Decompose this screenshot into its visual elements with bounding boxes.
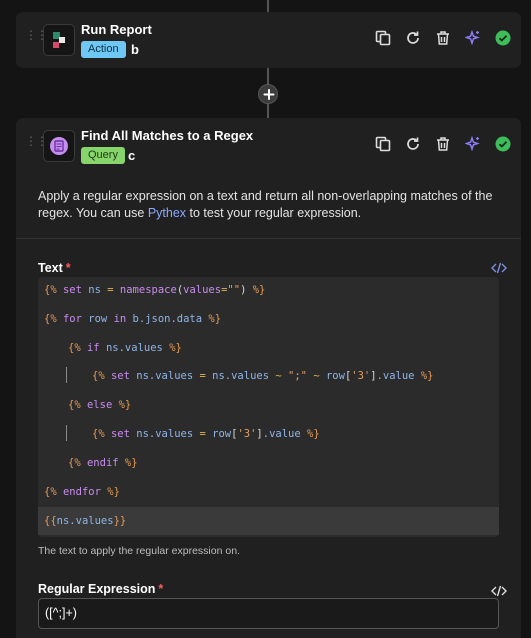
code-token: ns.values [99, 342, 170, 354]
code-token: endif [86, 457, 119, 469]
sparkle-icon[interactable] [465, 136, 481, 152]
step-type-badge: Action [81, 41, 126, 58]
code-token: row [319, 370, 345, 382]
code-token: ns.values [205, 370, 276, 382]
required-mark: * [65, 261, 71, 275]
code-token: {% [44, 486, 57, 498]
code-token: endfor [62, 486, 101, 498]
code-token: .value [262, 428, 308, 440]
sparkle-icon[interactable] [465, 30, 481, 46]
description-text-end: to test your regular expression. [186, 206, 362, 220]
step-actions [375, 30, 511, 46]
code-token: .value [376, 370, 421, 382]
code-token: ns [81, 284, 108, 296]
code-line: {% set ns.values = row['3'].value %} [92, 428, 320, 440]
section-divider [16, 238, 521, 239]
code-token: values [183, 284, 222, 296]
code-token: for [62, 313, 82, 325]
check-circle-icon [495, 136, 511, 152]
code-line: {% else %} [68, 399, 131, 411]
code-token: row [81, 313, 114, 325]
step-title: Run Report [81, 22, 152, 37]
code-line: {% set ns = namespace(values="") %} [44, 284, 265, 296]
duplicate-icon[interactable] [375, 136, 391, 152]
regex-app-icon [43, 130, 75, 162]
step-card-find-regex[interactable]: ⋮⋮ Find All Matches to a Regex Query c A… [16, 118, 521, 638]
code-token: %} [252, 284, 266, 296]
regex-input[interactable]: ([^;]+) [38, 598, 499, 629]
step-title: Find All Matches to a Regex [81, 128, 254, 143]
code-token: %} [208, 313, 222, 325]
duplicate-icon[interactable] [375, 30, 391, 46]
code-line: {% endfor %} [44, 486, 120, 498]
text-code-editor[interactable]: {% set ns = namespace(values="") %} {% fo… [38, 277, 499, 537]
step-card-run-report[interactable]: ⋮⋮ Run Report Action b [16, 12, 521, 68]
code-token: {% [92, 370, 105, 382]
code-token: '3' [351, 370, 371, 382]
code-token: {% [44, 313, 57, 325]
code-token: if [86, 342, 100, 354]
code-token: ns.values [129, 428, 200, 440]
code-token: {{ [44, 515, 57, 527]
code-token: namespace [119, 284, 177, 296]
code-token: in [113, 313, 127, 325]
step-letter: b [131, 42, 139, 57]
code-token: %} [307, 428, 320, 440]
text-field-label: Text * [38, 261, 71, 275]
step-letter: c [128, 148, 136, 163]
report-app-icon [43, 24, 75, 56]
code-token: %} [118, 399, 132, 411]
connector-line-top [267, 0, 269, 12]
code-token: "" [227, 284, 241, 296]
code-token: ns.values [56, 515, 114, 527]
pythex-link[interactable]: Pythex [148, 206, 186, 220]
code-token: set [62, 284, 82, 296]
code-token: {% [68, 342, 81, 354]
code-token: ns.values [129, 370, 200, 382]
code-line: {% for row in b.json.data %} [44, 313, 221, 325]
text-field-helper: The text to apply the regular expression… [38, 545, 240, 557]
code-token: %} [169, 342, 182, 354]
code-token: %} [420, 370, 434, 382]
code-token: set [110, 428, 130, 440]
refresh-icon[interactable] [405, 30, 421, 46]
step-type-badge: Query [81, 147, 125, 164]
code-token: %} [107, 486, 120, 498]
add-step-button[interactable] [258, 84, 278, 104]
indent-guide [66, 367, 67, 383]
code-token: row [205, 428, 232, 440]
code-line: {% if ns.values %} [68, 342, 182, 354]
code-line: {% endif %} [68, 457, 138, 469]
required-mark: * [158, 582, 164, 596]
workflow-canvas: ⋮⋮ Run Report Action b ⋮⋮ Find All Match… [0, 0, 531, 638]
code-token: {% [44, 284, 57, 296]
code-token: b.json.data [126, 313, 209, 325]
code-token: {% [68, 457, 81, 469]
step-actions [375, 136, 511, 152]
trash-icon[interactable] [435, 30, 451, 46]
plus-icon [263, 89, 275, 100]
code-token: {% [68, 399, 81, 411]
code-line: {{ns.values}} [38, 507, 499, 535]
code-token: else [86, 399, 113, 411]
code-token: '3' [237, 428, 257, 440]
trash-icon[interactable] [435, 136, 451, 152]
text-label: Text [38, 261, 63, 275]
code-token: %} [124, 457, 138, 469]
regex-label: Regular Expression [38, 582, 156, 596]
code-token: ";" [288, 370, 307, 382]
check-circle-icon [495, 30, 511, 46]
indent-guide [66, 425, 67, 441]
code-token: set [110, 370, 130, 382]
code-token: {% [92, 428, 105, 440]
step-description: Apply a regular expression on a text and… [38, 188, 508, 222]
code-line: {% set ns.values = ns.values ~ ";" ~ row… [92, 370, 434, 382]
refresh-icon[interactable] [405, 136, 421, 152]
code-token: }} [113, 515, 127, 527]
regex-field-label: Regular Expression * [38, 582, 163, 596]
